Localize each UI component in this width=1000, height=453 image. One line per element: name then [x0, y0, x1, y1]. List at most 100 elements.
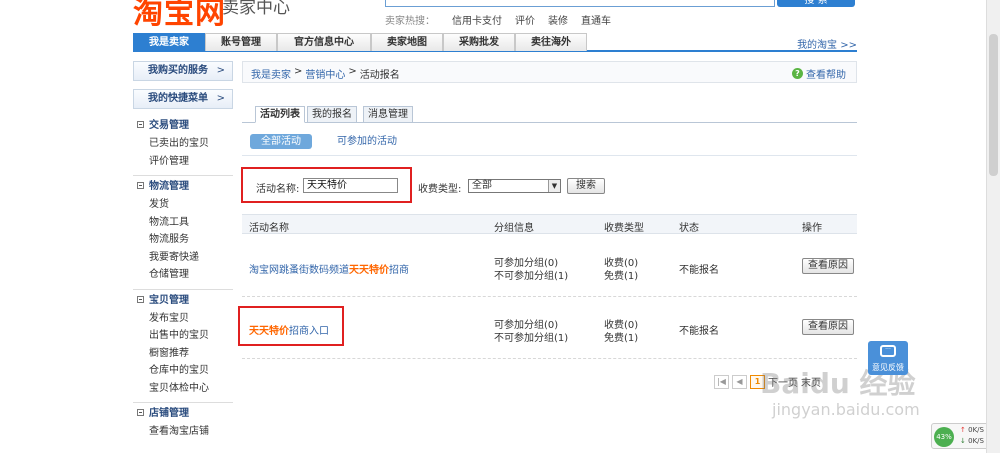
col-group-info: 分组信息: [494, 223, 534, 234]
help-link[interactable]: ? 查看帮助: [792, 66, 846, 81]
sidebar-group-title[interactable]: 宝贝管理: [133, 292, 233, 310]
sidebar-group-title[interactable]: 物流管理: [133, 178, 233, 196]
fee-type-select[interactable]: 全部 ▼: [468, 179, 561, 193]
sidebar-item-logistics-services[interactable]: 物流服务: [133, 231, 233, 249]
breadcrumb-current: 活动报名: [359, 70, 400, 81]
chips-divider: [242, 155, 857, 156]
nav-tab-account[interactable]: 账号管理: [205, 33, 277, 51]
nav-tab-seller[interactable]: 我是卖家: [133, 33, 205, 51]
chip-all-activities[interactable]: 全部活动: [250, 134, 312, 149]
sidebar-item-send-express[interactable]: 我要寄快递: [133, 249, 233, 267]
nav-tab-official-info[interactable]: 官方信息中心: [277, 33, 371, 51]
sidebar-item-sold[interactable]: 已卖出的宝贝: [133, 135, 233, 153]
chat-bubble-icon: ···: [880, 345, 896, 357]
chevron-right-icon: >: [216, 93, 225, 104]
hot-search-words: 卖家热搜： 信用卡支付 评价 装修 直通车: [385, 12, 611, 27]
dropdown-arrow-icon[interactable]: ▼: [548, 180, 560, 192]
sidebar-group-title[interactable]: 交易管理: [133, 117, 233, 135]
chip-available-activities[interactable]: 可参加的活动: [332, 134, 402, 149]
sidebar-group-shop: 店铺管理 查看淘宝店铺: [133, 405, 233, 441]
sidebar-item-logistics-tools[interactable]: 物流工具: [133, 214, 233, 232]
breadcrumb: 我是卖家 > 营销中心 > 活动报名: [251, 66, 400, 81]
global-search-button[interactable]: 搜 索: [777, 0, 855, 7]
sidebar-item-in-stock[interactable]: 仓库中的宝贝: [133, 362, 233, 380]
page-scrollbar[interactable]: [986, 0, 1000, 453]
collapse-icon[interactable]: [137, 409, 144, 416]
sidebar-item-checkup[interactable]: 宝贝体检中心: [133, 380, 233, 398]
tab-messages[interactable]: 消息管理: [363, 106, 413, 123]
hot-word-link[interactable]: 信用卡支付: [452, 12, 502, 27]
breadcrumb-separator: >: [294, 66, 303, 77]
sidebar-group-trade: 交易管理 已卖出的宝贝 评价管理: [133, 117, 233, 170]
help-icon: ?: [792, 68, 803, 79]
col-activity-name: 活动名称: [249, 223, 289, 234]
sidebar-button-label: 我购买的服务: [148, 65, 208, 76]
arrow-down-icon: ↓: [960, 437, 966, 445]
breadcrumb-separator: >: [348, 66, 357, 77]
tab-activity-list[interactable]: 活动列表: [255, 106, 305, 123]
upload-speed: ↑ 0K/S: [960, 426, 984, 434]
feedback-label: 意见反馈: [872, 363, 904, 372]
sidebar-item-reviews[interactable]: 评价管理: [133, 153, 233, 171]
scrollbar-thumb[interactable]: [989, 34, 998, 176]
sidebar-item-warehouse[interactable]: 仓储管理: [133, 266, 233, 284]
fee-free: 免费(1): [604, 333, 639, 344]
breadcrumb-seller[interactable]: 我是卖家: [251, 66, 291, 81]
sidebar-item-on-sale[interactable]: 出售中的宝贝: [133, 327, 233, 345]
breadcrumb-bar: 我是卖家 > 营销中心 > 活动报名 ? 查看帮助: [242, 61, 857, 83]
fee-free: 免费(1): [604, 271, 639, 282]
taobao-logo[interactable]: 淘宝网: [133, 0, 226, 32]
collapse-icon[interactable]: [137, 182, 144, 189]
sidebar-item-window[interactable]: 橱窗推荐: [133, 345, 233, 363]
view-reason-button[interactable]: 查看原因: [802, 258, 854, 274]
seller-center-title: 卖家中心: [222, 0, 290, 18]
search-button[interactable]: 搜索: [567, 178, 605, 194]
download-speed: ↓ 0K/S: [960, 437, 984, 445]
chevron-right-icon: >: [216, 65, 225, 76]
nav-tab-seller-map[interactable]: 卖家地图: [371, 33, 443, 51]
group-unavailable: 不可参加分组(1): [494, 333, 569, 344]
fee-type-selected: 全部: [472, 180, 492, 191]
sidebar-group-title[interactable]: 店铺管理: [133, 405, 233, 423]
collapse-icon[interactable]: [137, 121, 144, 128]
network-percent-badge: 43%: [934, 427, 954, 447]
hot-word-link[interactable]: 直通车: [581, 12, 611, 27]
sidebar-divider: [133, 402, 233, 403]
breadcrumb-marketing[interactable]: 营销中心: [305, 66, 345, 81]
help-label: 查看帮助: [806, 70, 846, 81]
hot-word-link[interactable]: 评价: [515, 12, 535, 27]
col-status: 状态: [679, 223, 699, 234]
sidebar-item-ship[interactable]: 发货: [133, 196, 233, 214]
hot-word-link[interactable]: 装修: [548, 12, 568, 27]
collapse-icon[interactable]: [137, 295, 144, 303]
view-reason-button[interactable]: 查看原因: [802, 319, 854, 335]
sidebar-item-publish[interactable]: 发布宝贝: [133, 310, 233, 328]
global-search-input[interactable]: [385, 0, 775, 7]
status-text: 不能报名: [679, 326, 719, 337]
sidebar: 我购买的服务 > 我的快捷菜单 > 交易管理 已卖出的宝贝 评价管理 物流管理 …: [133, 61, 233, 441]
sidebar-item-view-shop[interactable]: 查看淘宝店铺: [133, 423, 233, 441]
baidu-watermark-url: jingyan.baidu.com: [772, 400, 920, 419]
top-header: 淘宝网 卖家中心 搜 索 卖家热搜： 信用卡支付 评价 装修 直通车: [0, 0, 1000, 32]
sidebar-group-items: 宝贝管理 发布宝贝 出售中的宝贝 橱窗推荐 仓库中的宝贝 宝贝体检中心: [133, 292, 233, 398]
sidebar-purchased-services[interactable]: 我购买的服务 >: [133, 61, 233, 81]
sidebar-quick-menu[interactable]: 我的快捷菜单 >: [133, 89, 233, 109]
annotation-box-result: [238, 306, 344, 346]
my-taobao-link[interactable]: 我的淘宝 >>: [797, 36, 857, 51]
activity-title-link[interactable]: 淘宝网跳蚤街数码频道天天特价招商: [249, 261, 409, 276]
col-action: 操作: [802, 223, 822, 234]
fee-type-label: 收费类型:: [418, 184, 462, 195]
feedback-widget[interactable]: ··· 意见反馈: [868, 341, 908, 375]
col-fee-type: 收费类型: [604, 223, 644, 234]
sidebar-button-label: 我的快捷菜单: [148, 93, 208, 104]
nav-tab-overseas[interactable]: 卖往海外: [515, 33, 587, 51]
tab-my-signups[interactable]: 我的报名: [307, 106, 357, 123]
status-text: 不能报名: [679, 265, 719, 276]
hot-search-label: 卖家热搜：: [385, 16, 435, 27]
annotation-box-search: [241, 167, 412, 203]
arrow-up-icon: ↑: [960, 426, 966, 434]
group-unavailable: 不可参加分组(1): [494, 271, 569, 282]
nav-tab-wholesale[interactable]: 采购批发: [443, 33, 515, 51]
prev-page-button[interactable]: ◀: [732, 374, 747, 389]
first-page-button[interactable]: |◀: [714, 374, 729, 389]
